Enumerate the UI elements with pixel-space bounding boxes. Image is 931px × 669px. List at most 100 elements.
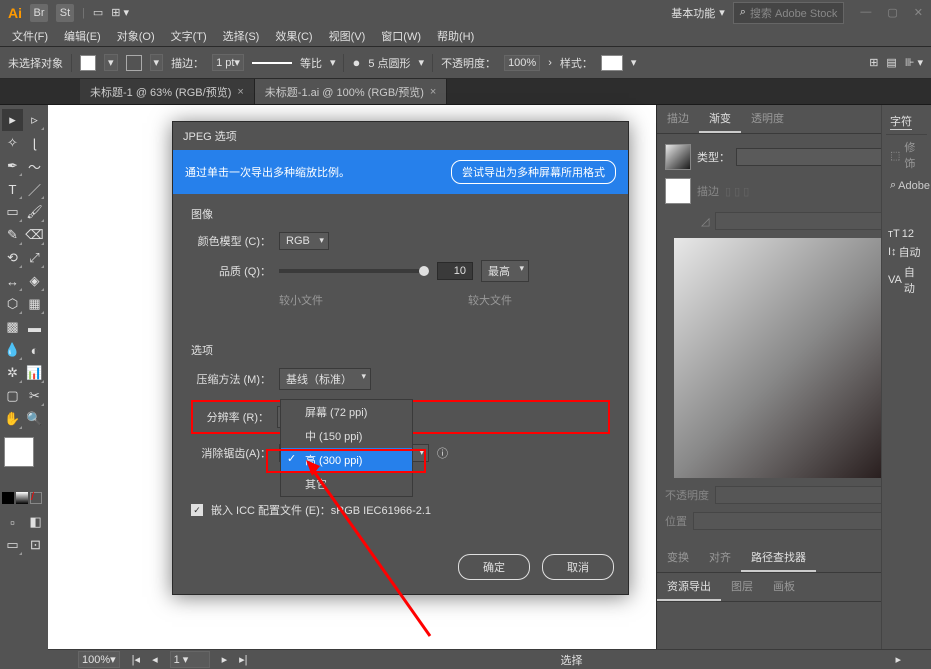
document-tab[interactable]: 未标题-1.ai @ 100% (RGB/预览) × bbox=[255, 79, 448, 104]
close-tab-icon[interactable]: × bbox=[430, 86, 436, 98]
tab-transform[interactable]: 变换 bbox=[657, 544, 699, 572]
font-search[interactable]: Adobe bbox=[898, 180, 930, 192]
menu-select[interactable]: 选择(S) bbox=[217, 26, 266, 46]
quality-preset-select[interactable]: 最高 bbox=[481, 260, 529, 282]
rotate-tool[interactable]: ⟲ bbox=[2, 247, 23, 269]
touch-type-icon[interactable]: ⬚ bbox=[890, 149, 900, 162]
artboard-nav-next[interactable]: ▸ bbox=[222, 653, 228, 666]
scale-tool[interactable]: ⤢ bbox=[24, 247, 45, 269]
prefs-icon[interactable]: ▤ bbox=[886, 56, 896, 69]
graph-tool[interactable]: 📊 bbox=[24, 362, 45, 384]
menu-effect[interactable]: 效果(C) bbox=[269, 26, 318, 46]
paintbrush-tool[interactable]: 🖌 bbox=[24, 201, 45, 223]
none-mode[interactable]: / bbox=[30, 492, 42, 504]
rectangle-tool[interactable]: ▭ bbox=[2, 201, 23, 223]
eraser-tool[interactable]: ⌫ bbox=[24, 224, 45, 246]
direct-selection-tool[interactable]: ▹ bbox=[24, 109, 45, 131]
try-export-button[interactable]: 尝试导出为多种屏幕所用格式 bbox=[451, 160, 616, 184]
close-tab-icon[interactable]: × bbox=[237, 86, 243, 98]
edit-toolbar[interactable]: ⊡ bbox=[25, 534, 46, 556]
menu-object[interactable]: 对象(O) bbox=[111, 26, 161, 46]
menu-edit[interactable]: 编辑(E) bbox=[58, 26, 107, 46]
artboard-select[interactable]: 1 ▾ bbox=[170, 651, 210, 668]
hand-tool[interactable]: ✋ bbox=[2, 408, 23, 430]
dd-medium-150[interactable]: 中 (150 ppi) bbox=[281, 424, 412, 448]
doc-setup-icon[interactable]: ⊞ bbox=[869, 56, 878, 69]
cancel-button[interactable]: 取消 bbox=[542, 554, 614, 580]
gradient-tool[interactable]: ▬ bbox=[24, 316, 45, 338]
gradient-preview-small[interactable] bbox=[665, 144, 691, 170]
ok-button[interactable]: 确定 bbox=[458, 554, 530, 580]
magic-wand-tool[interactable]: ✧ bbox=[2, 132, 23, 154]
artboard-nav-first[interactable]: |◂ bbox=[132, 653, 140, 666]
zoom-tool[interactable]: 🔍 bbox=[24, 408, 45, 430]
tab-align[interactable]: 对齐 bbox=[699, 544, 741, 572]
cloud-icon[interactable]: ▭ bbox=[93, 6, 103, 19]
free-transform-tool[interactable]: ◈ bbox=[24, 270, 45, 292]
tab-transparency[interactable]: 透明度 bbox=[741, 105, 794, 133]
artboard-tool[interactable]: ▢ bbox=[2, 385, 23, 407]
curvature-tool[interactable]: ～ bbox=[24, 155, 45, 177]
quality-value[interactable]: 10 bbox=[437, 262, 473, 280]
zoom-level[interactable]: 100% ▾ bbox=[78, 651, 120, 668]
stroke-weight-input[interactable]: 1 pt ▾ bbox=[212, 54, 244, 71]
style-swatch[interactable] bbox=[601, 55, 623, 71]
blend-tool[interactable]: ◐ bbox=[24, 339, 45, 361]
slice-tool[interactable]: ✂ bbox=[24, 385, 45, 407]
type-tool[interactable]: T bbox=[2, 178, 23, 200]
width-tool[interactable]: ↔ bbox=[2, 270, 23, 292]
stroke-profile[interactable] bbox=[252, 62, 292, 64]
bridge-icon[interactable]: Br bbox=[30, 4, 48, 22]
document-tab[interactable]: 未标题-1 @ 63% (RGB/预览) × bbox=[80, 79, 255, 104]
menu-view[interactable]: 视图(V) bbox=[323, 26, 372, 46]
tab-stroke[interactable]: 描边 bbox=[657, 105, 699, 133]
color-swatch[interactable] bbox=[665, 178, 691, 204]
tab-gradient[interactable]: 渐变 bbox=[699, 105, 741, 133]
menu-file[interactable]: 文件(F) bbox=[6, 26, 54, 46]
pen-tool[interactable]: ✒ bbox=[2, 155, 23, 177]
menu-help[interactable]: 帮助(H) bbox=[431, 26, 480, 46]
close-button[interactable]: ✕ bbox=[914, 6, 923, 19]
fill-swatch[interactable] bbox=[80, 55, 96, 71]
tab-artboards[interactable]: 画板 bbox=[763, 573, 805, 601]
char-tab[interactable]: 字符 bbox=[890, 113, 912, 130]
draw-normal[interactable]: ▫ bbox=[2, 511, 23, 533]
perspective-tool[interactable]: ▦ bbox=[24, 293, 45, 315]
opacity-input[interactable]: 100% bbox=[504, 55, 540, 71]
line-tool[interactable]: ／ bbox=[24, 178, 45, 200]
stroke-dropdown[interactable]: ▾ bbox=[150, 54, 164, 71]
dd-high-300[interactable]: ✓高 (300 ppi) bbox=[281, 448, 412, 472]
minimize-button[interactable]: — bbox=[860, 6, 871, 19]
color-model-select[interactable]: RGB bbox=[279, 232, 329, 250]
menu-window[interactable]: 窗口(W) bbox=[375, 26, 427, 46]
fill-dropdown[interactable]: ▾ bbox=[104, 54, 118, 71]
stroke-swatch[interactable] bbox=[126, 55, 142, 71]
eyedropper-tool[interactable]: 💧 bbox=[2, 339, 23, 361]
lasso-tool[interactable]: ɭ bbox=[24, 132, 45, 154]
dd-other[interactable]: 其它 bbox=[281, 472, 412, 496]
workspace-switcher[interactable]: 基本功能 ▾ bbox=[671, 5, 725, 21]
draw-behind[interactable]: ◧ bbox=[25, 511, 46, 533]
artboard-nav-last[interactable]: ▸| bbox=[239, 653, 247, 666]
artboard-nav-prev[interactable]: ◂ bbox=[152, 653, 158, 666]
info-icon[interactable]: ⓘ bbox=[437, 445, 448, 461]
brush-label[interactable]: 5 点圆形 bbox=[368, 55, 410, 71]
gradient-preview-large[interactable] bbox=[674, 238, 914, 478]
tab-asset-export[interactable]: 资源导出 bbox=[657, 573, 721, 601]
gradient-mode[interactable] bbox=[16, 492, 28, 504]
stock-icon[interactable]: St bbox=[56, 4, 74, 22]
symbol-tool[interactable]: ✲ bbox=[2, 362, 23, 384]
dd-screen-72[interactable]: 屏幕 (72 ppi) bbox=[281, 400, 412, 424]
maximize-button[interactable]: ▢ bbox=[887, 6, 897, 19]
selection-tool[interactable]: ▸ bbox=[2, 109, 23, 131]
adobe-stock-search[interactable]: ⌕ 搜索 Adobe Stock bbox=[733, 2, 845, 24]
menu-type[interactable]: 文字(T) bbox=[165, 26, 213, 46]
mesh-tool[interactable]: ▩ bbox=[2, 316, 23, 338]
icc-checkbox[interactable]: ✓ bbox=[191, 504, 203, 516]
shape-builder-tool[interactable]: ⬡ bbox=[2, 293, 23, 315]
tab-pathfinder[interactable]: 路径查找器 bbox=[741, 544, 816, 572]
quality-slider[interactable] bbox=[279, 269, 429, 273]
arrange-icon[interactable]: ⊞ ▾ bbox=[111, 6, 129, 19]
shaper-tool[interactable]: ✎ bbox=[2, 224, 23, 246]
color-mode[interactable] bbox=[2, 492, 14, 504]
